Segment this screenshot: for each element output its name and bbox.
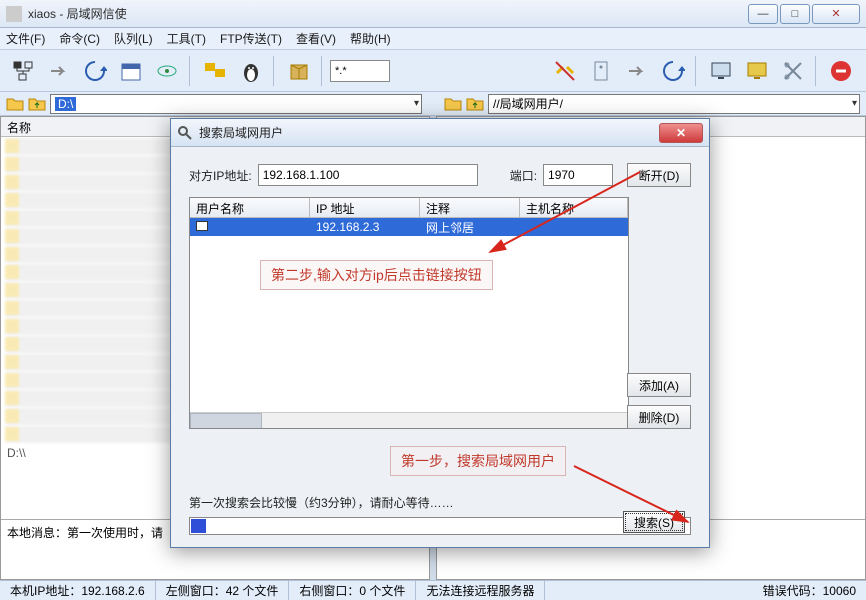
calendar-icon[interactable] [114, 54, 148, 88]
col-host[interactable]: 主机名称 [520, 198, 628, 217]
progress-label: 第一次搜索会比较慢（约3分钟），请耐心等待…… [189, 496, 454, 510]
port-label: 端口: [510, 167, 537, 184]
menu-ftp[interactable]: FTP传送(T) [220, 30, 282, 47]
ip-input[interactable] [258, 164, 478, 186]
search-dialog: 搜索局域网用户 ✕ 对方IP地址: 端口: 断开(D) 用户名称 IP 地址 注… [170, 118, 710, 548]
stop-icon[interactable] [824, 54, 858, 88]
box-icon[interactable] [282, 54, 316, 88]
dialog-close-button[interactable]: ✕ [659, 123, 703, 143]
app-icon [6, 6, 22, 22]
menubar: 文件(F) 命令(C) 队列(L) 工具(T) FTP传送(T) 查看(V) 帮… [0, 28, 866, 50]
dialog-title: 搜索局域网用户 [199, 124, 659, 141]
filter-input[interactable] [330, 60, 390, 82]
table-hscroll[interactable] [190, 412, 628, 428]
disconnect-icon[interactable] [548, 54, 582, 88]
disconnect-button[interactable]: 断开(D) [627, 163, 691, 187]
statusbar: 本机IP地址：192.168.2.6 左侧窗口：42 个文件 右侧窗口：0 个文… [0, 580, 866, 600]
arrow-right-icon-2[interactable] [620, 54, 654, 88]
server-icon[interactable] [584, 54, 618, 88]
table-row[interactable]: 192.168.2.3 网上邻居 [190, 218, 628, 236]
status-ip: 本机IP地址：192.168.2.6 [0, 581, 156, 600]
menu-tools[interactable]: 工具(T) [167, 30, 206, 47]
port-input[interactable] [543, 164, 613, 186]
refresh-icon-2[interactable] [656, 54, 690, 88]
user-table[interactable]: 用户名称 IP 地址 注释 主机名称 192.168.2.3 网上邻居 [189, 197, 629, 429]
dialog-titlebar[interactable]: 搜索局域网用户 ✕ [171, 119, 709, 147]
menu-help[interactable]: 帮助(H) [350, 30, 391, 47]
status-left-count: 左侧窗口：42 个文件 [156, 581, 290, 600]
window-title: xiaos - 局域网信使 [28, 5, 748, 22]
main-toolbar [0, 50, 866, 92]
window-close-button[interactable]: ✕ [812, 4, 860, 24]
monitors-icon[interactable] [198, 54, 232, 88]
status-err: 错误代码：10060 [753, 581, 866, 600]
menu-queue[interactable]: 队列(L) [114, 30, 153, 47]
maximize-button[interactable]: □ [780, 4, 810, 24]
eye-icon[interactable] [150, 54, 184, 88]
folder-icon[interactable] [6, 96, 24, 112]
menu-file[interactable]: 文件(F) [6, 30, 45, 47]
right-path-combo[interactable]: //局域网用户/ [488, 94, 860, 114]
monitor-icon[interactable] [704, 54, 738, 88]
progress-bar [189, 517, 691, 535]
col-user[interactable]: 用户名称 [190, 198, 310, 217]
add-button[interactable]: 添加(A) [627, 373, 691, 397]
folder-up-icon[interactable] [28, 96, 46, 112]
monitor-alt-icon[interactable] [740, 54, 774, 88]
menu-view[interactable]: 查看(V) [296, 30, 336, 47]
col-note[interactable]: 注释 [420, 198, 520, 217]
network-icon[interactable] [6, 54, 40, 88]
penguin-icon[interactable] [234, 54, 268, 88]
left-path-text: D:\ [55, 97, 76, 111]
refresh-icon[interactable] [78, 54, 112, 88]
left-msg-text: 本地消息：第一次使用时，请 [7, 526, 163, 540]
menu-cmd[interactable]: 命令(C) [59, 30, 100, 47]
col-ip[interactable]: IP 地址 [310, 198, 420, 217]
computer-icon [196, 221, 208, 231]
tip-step1: 第一步，搜索局域网用户 [390, 446, 566, 476]
search-button[interactable]: 搜索(S) [623, 511, 685, 533]
table-header[interactable]: 用户名称 IP 地址 注释 主机名称 [190, 198, 628, 218]
right-path-text: //局域网用户/ [493, 95, 563, 112]
main-titlebar: xiaos - 局域网信使 — □ ✕ [0, 0, 866, 28]
path-row: D:\ //局域网用户/ [0, 92, 866, 116]
arrow-right-icon[interactable] [42, 54, 76, 88]
status-right-count: 右侧窗口：0 个文件 [289, 581, 416, 600]
minimize-button[interactable]: — [748, 4, 778, 24]
search-icon [177, 125, 193, 141]
folder-icon-r[interactable] [444, 96, 462, 112]
scissors-icon[interactable] [776, 54, 810, 88]
delete-button[interactable]: 删除(D) [627, 405, 691, 429]
left-path-combo[interactable]: D:\ [50, 94, 422, 114]
tip-step2: 第二步,输入对方ip后点击链接按钮 [260, 260, 493, 290]
status-conn: 无法连接远程服务器 [416, 581, 545, 600]
ip-label: 对方IP地址: [189, 167, 252, 184]
folder-up-icon-r[interactable] [466, 96, 484, 112]
